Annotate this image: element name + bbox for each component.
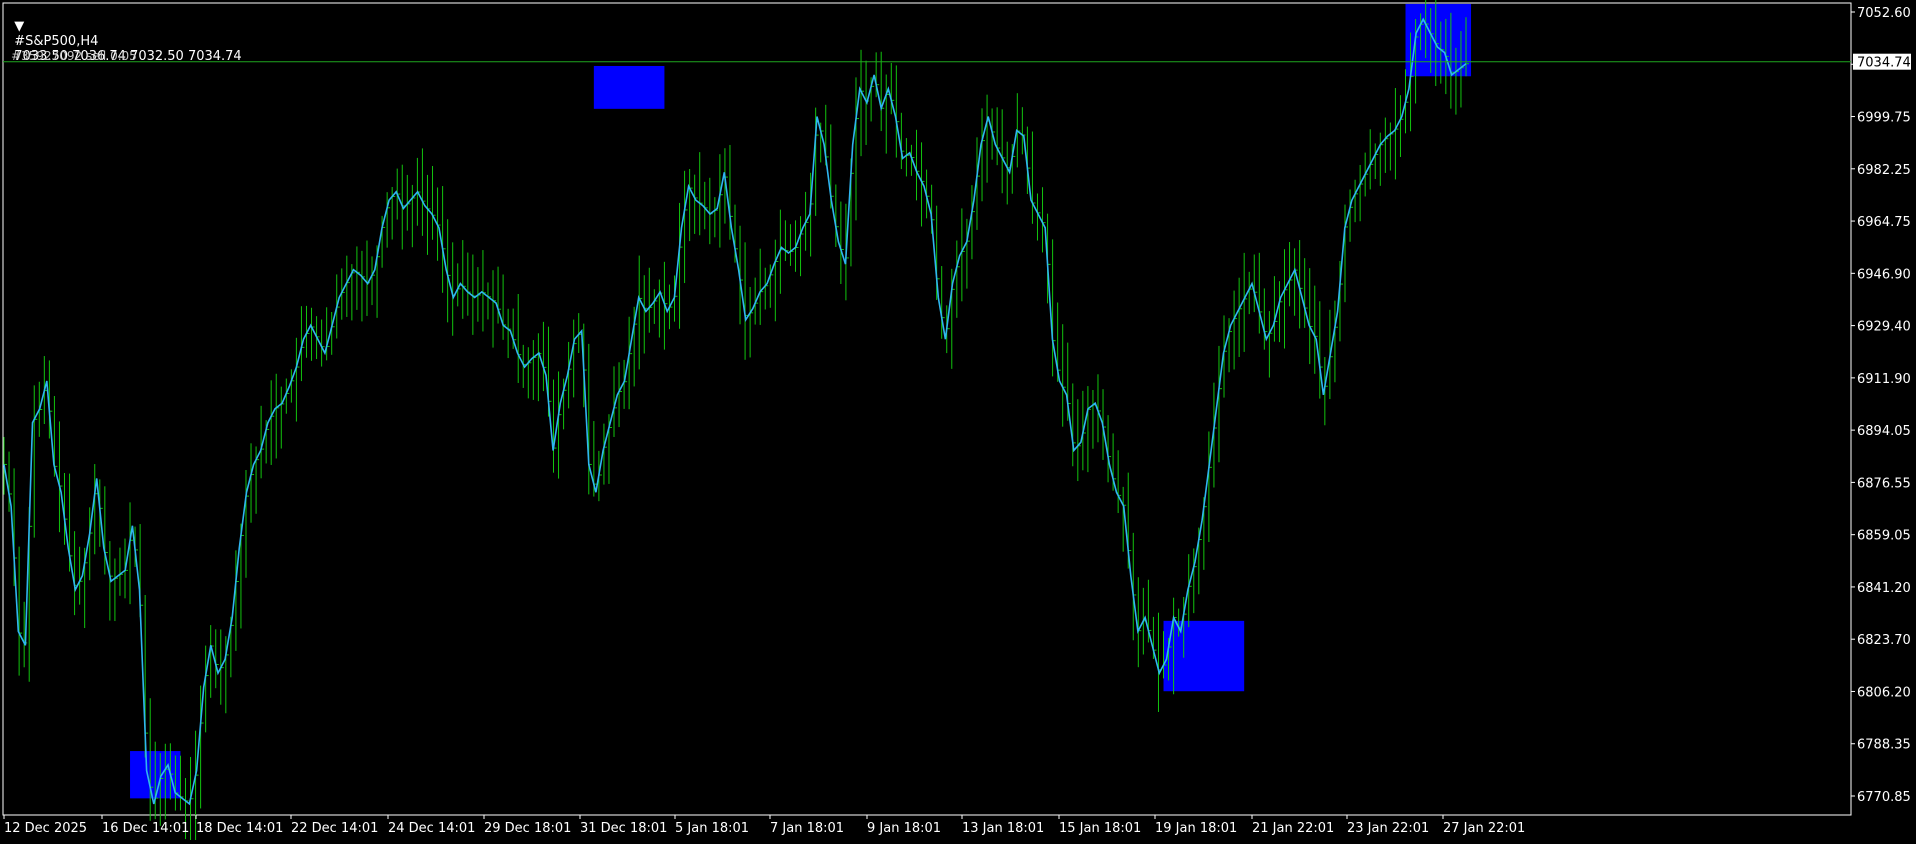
symbol-timeframe: #S&P500,H4 — [14, 34, 99, 49]
dropdown-triangle-icon[interactable]: ▼ — [14, 19, 24, 34]
price-chart[interactable]: 7052.607017.606999.756982.256964.756946.… — [0, 0, 1916, 844]
y-tick-label-14: 6788.35 — [1857, 738, 1911, 753]
x-tick-label-12: 19 Jan 18:01 — [1155, 821, 1237, 836]
x-tick-label-4: 24 Dec 14:01 — [388, 821, 475, 836]
x-tick-label-5: 29 Dec 18:01 — [484, 821, 571, 836]
x-tick-label-0: 12 Dec 2025 — [4, 821, 87, 836]
order-label: #35927092 sell 0.05 — [11, 49, 137, 63]
x-tick-label-7: 5 Jan 18:01 — [675, 821, 749, 836]
y-tick-label-0: 7052.60 — [1857, 6, 1911, 21]
x-tick-label-9: 9 Jan 18:01 — [867, 821, 941, 836]
y-tick-label-9: 6876.55 — [1857, 476, 1911, 491]
y-tick-label-4: 6964.75 — [1857, 215, 1911, 230]
x-tick-label-15: 27 Jan 22:01 — [1443, 821, 1525, 836]
y-tick-label-2: 6999.75 — [1857, 111, 1911, 126]
x-tick-label-11: 15 Jan 18:01 — [1059, 821, 1141, 836]
x-tick-label-3: 22 Dec 14:01 — [291, 821, 378, 836]
y-tick-label-6: 6929.40 — [1857, 320, 1911, 335]
y-tick-label-3: 6982.25 — [1857, 163, 1911, 178]
x-tick-label-14: 23 Jan 22:01 — [1347, 821, 1429, 836]
x-tick-label-1: 16 Dec 14:01 — [102, 821, 189, 836]
x-tick-label-6: 31 Dec 18:01 — [580, 821, 667, 836]
x-tick-label-8: 7 Jan 18:01 — [770, 821, 844, 836]
y-tick-label-7: 6911.90 — [1857, 372, 1911, 387]
y-tick-label-15: 6770.85 — [1857, 790, 1911, 805]
zone-rect-2 — [1163, 620, 1245, 692]
y-tick-label-8: 6894.05 — [1857, 424, 1911, 439]
chart-background — [0, 0, 1916, 840]
order-price-label: 7034.74 — [1857, 56, 1911, 71]
y-tick-label-11: 6841.20 — [1857, 581, 1911, 596]
y-tick-label-13: 6806.20 — [1857, 685, 1911, 700]
x-tick-label-13: 21 Jan 22:01 — [1252, 821, 1334, 836]
x-tick-label-10: 13 Jan 18:01 — [962, 821, 1044, 836]
y-tick-label-12: 6823.70 — [1857, 633, 1911, 648]
zone-rect-1 — [593, 65, 665, 109]
y-tick-label-5: 6946.90 — [1857, 267, 1911, 282]
x-tick-label-2: 18 Dec 14:01 — [196, 821, 283, 836]
chart-area[interactable]: 7052.607017.606999.756982.256964.756946.… — [0, 0, 1916, 844]
y-tick-label-10: 6859.05 — [1857, 529, 1911, 544]
